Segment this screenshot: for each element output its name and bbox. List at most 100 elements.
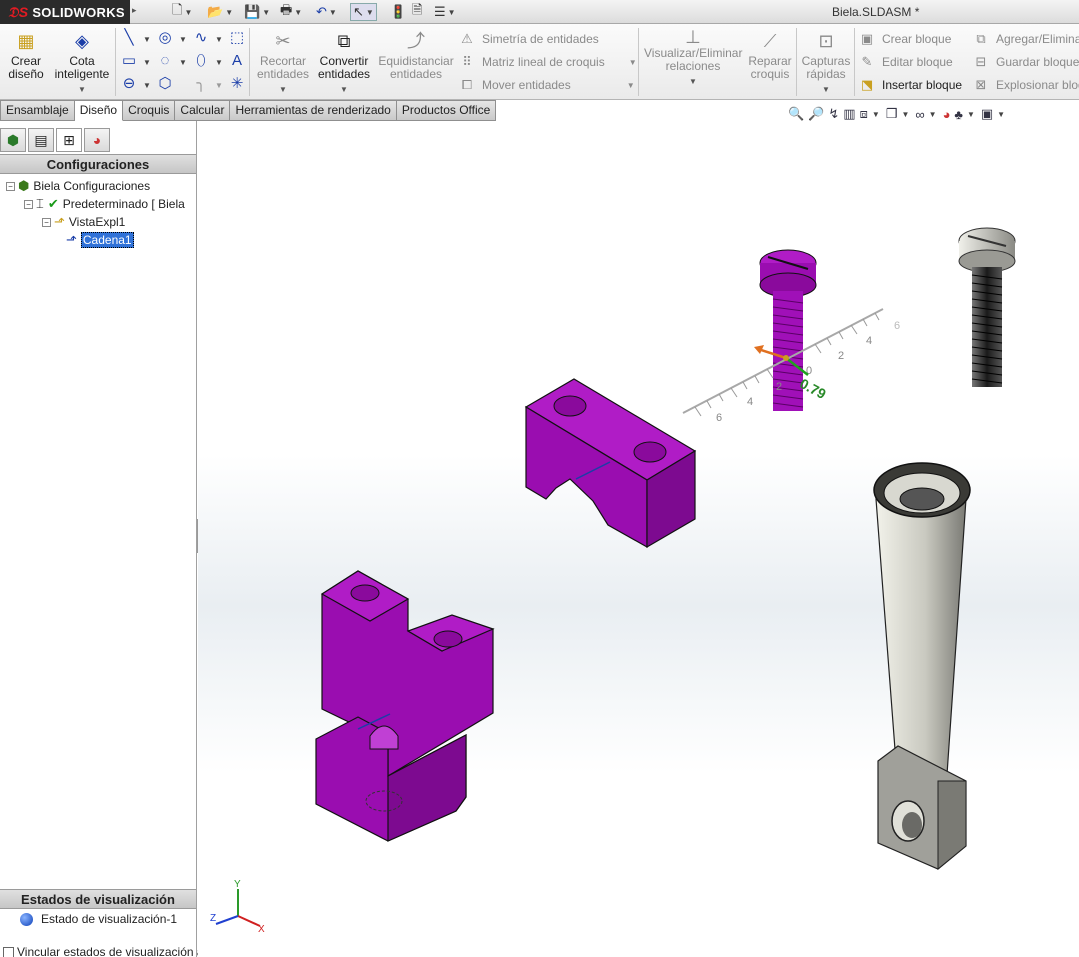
capturas-rapidas-button[interactable]: ⊡ Capturas rápidas ▼: [800, 30, 852, 96]
biela-body-part[interactable]: [315, 570, 495, 842]
chevron-down-icon[interactable]: ▼: [215, 81, 223, 90]
edit-appearance-icon[interactable]: ◕: [943, 107, 951, 122]
text-icon[interactable]: A: [228, 52, 246, 70]
section-view-icon[interactable]: ▥: [843, 106, 855, 122]
chevron-down-icon[interactable]: ▼: [262, 8, 270, 17]
tree-item-default-config[interactable]: − ⌶ ✔ Predeterminado [ Biela: [24, 195, 185, 213]
mover-entidades-button[interactable]: ⧠ Mover entidades ▼: [458, 76, 635, 94]
chevron-down-icon[interactable]: ▼: [901, 110, 909, 119]
tab-ensamblaje[interactable]: Ensamblaje: [0, 100, 75, 121]
guardar-bloque-button[interactable]: ⊟ Guardar bloque: [972, 53, 1079, 71]
tree-item-explode-step[interactable]: ⬏ Cadena1: [66, 231, 134, 249]
crear-bloque-button[interactable]: ▣ Crear bloque: [858, 30, 952, 48]
chevron-down-icon[interactable]: ▼: [215, 35, 223, 44]
line-icon[interactable]: ╲: [120, 29, 138, 47]
chevron-down-icon[interactable]: ▼: [629, 58, 637, 67]
print-button[interactable]: 🖶 ▼: [280, 2, 302, 21]
solidworks-logo[interactable]: 𝔇S SOLIDWORKS: [0, 0, 130, 24]
construction-rectangle-icon[interactable]: ⬚: [228, 29, 246, 47]
zoom-to-fit-icon[interactable]: 🔍: [788, 106, 804, 122]
display-manager-tab[interactable]: ◕: [84, 128, 110, 152]
chevron-down-icon[interactable]: ▼: [184, 8, 192, 17]
chevron-down-icon[interactable]: ▼: [225, 8, 233, 17]
ellipse-icon[interactable]: ⬯: [192, 52, 210, 70]
gray-lever-part[interactable]: [873, 462, 971, 871]
new-document-button[interactable]: 🗋 ▼: [172, 2, 192, 21]
chevron-down-icon[interactable]: ▼: [929, 110, 937, 119]
chevron-down-icon[interactable]: ▼: [800, 83, 852, 96]
chevron-down-icon[interactable]: ▼: [294, 8, 302, 17]
tree-item-exploded-view[interactable]: − ⬏ VistaExpl1: [42, 213, 125, 231]
chevron-down-icon[interactable]: ▼: [179, 58, 187, 67]
cota-inteligente-button[interactable]: ◈ Cota inteligente ▼: [52, 30, 112, 96]
chevron-down-icon[interactable]: ▼: [143, 35, 151, 44]
chevron-down-icon[interactable]: ▼: [215, 58, 223, 67]
apply-scene-icon[interactable]: ♣: [954, 107, 963, 122]
rectangle-icon[interactable]: ▭: [120, 52, 138, 70]
chevron-down-icon[interactable]: ▼: [329, 8, 337, 17]
convertir-entidades-button[interactable]: ⧉ Convertir entidades ▼: [316, 30, 372, 96]
zoom-to-area-icon[interactable]: 🔎: [808, 106, 824, 122]
chevron-down-icon[interactable]: ▼: [644, 75, 742, 88]
collapse-icon[interactable]: −: [24, 199, 33, 209]
slot-icon[interactable]: ⊖: [120, 75, 138, 93]
polygon-icon[interactable]: ⬡: [156, 75, 174, 93]
feature-manager-tab[interactable]: ⬢: [0, 128, 26, 152]
view-orientation-icon[interactable]: ⧈: [860, 106, 868, 122]
chevron-down-icon[interactable]: ▼: [179, 35, 187, 44]
file-properties-button[interactable]: 🗎: [412, 2, 422, 21]
agregar-eliminar-button[interactable]: ⧉ Agregar/Elimina: [972, 30, 1079, 48]
visualizar-eliminar-relaciones-button[interactable]: ⊥ Visualizar/Eliminar relaciones ▼: [644, 28, 742, 88]
insertar-bloque-button[interactable]: ⬔ Insertar bloque: [858, 76, 962, 94]
fillet-icon[interactable]: ╮: [192, 75, 210, 93]
hide-show-items-icon[interactable]: ∞: [915, 107, 924, 122]
undo-button[interactable]: ↶ ▼: [316, 3, 337, 21]
tab-croquis[interactable]: Croquis: [123, 100, 176, 121]
chevron-down-icon[interactable]: ▼: [143, 58, 151, 67]
tab-herramientas-renderizado[interactable]: Herramientas de renderizado: [230, 100, 397, 121]
chevron-down-icon[interactable]: ▼: [316, 83, 372, 96]
biela-cap-part[interactable]: [524, 378, 697, 549]
previous-view-icon[interactable]: ↯: [828, 106, 839, 122]
open-button[interactable]: 📂 ▼: [207, 3, 233, 21]
chevron-down-icon[interactable]: ▼: [997, 110, 1005, 119]
rebuild-button[interactable]: 🚦: [390, 3, 406, 21]
recortar-entidades-button[interactable]: ✂ Recortar entidades ▼: [254, 30, 312, 96]
chevron-down-icon[interactable]: ▼: [254, 83, 312, 96]
property-manager-tab[interactable]: ▤: [28, 128, 54, 152]
graphics-area[interactable]: 6 4 2 0 2 4 6 0.79 Y X Z: [198, 121, 1079, 957]
chevron-down-icon[interactable]: ▼: [872, 110, 880, 119]
spline-icon[interactable]: ∿: [192, 29, 210, 47]
reparar-croquis-button[interactable]: ⟋ Reparar croquis: [747, 30, 793, 81]
editar-bloque-button[interactable]: ✎ Editar bloque: [858, 53, 953, 71]
view-settings-icon[interactable]: ▣: [981, 106, 993, 122]
link-display-states-option[interactable]: Vincular estados de visualización a: [3, 945, 204, 957]
select-button[interactable]: ↖ ▼: [350, 3, 377, 21]
link-checkbox[interactable]: [3, 946, 14, 957]
display-state-item[interactable]: Estado de visualización-1: [20, 912, 177, 926]
steel-screw-part[interactable]: [958, 227, 1016, 387]
save-button[interactable]: 💾 ▼: [244, 3, 270, 21]
tab-productos-office[interactable]: Productos Office: [396, 100, 497, 121]
collapse-icon[interactable]: −: [6, 181, 15, 191]
point-icon[interactable]: ✳: [228, 75, 246, 93]
chevron-down-icon[interactable]: ▼: [143, 81, 151, 90]
matriz-lineal-button[interactable]: ⠿ Matriz lineal de croquis ▼: [458, 53, 637, 71]
menu-arrow-icon[interactable]: ▸: [132, 5, 137, 16]
tab-calcular[interactable]: Calcular: [175, 100, 231, 121]
chevron-down-icon[interactable]: ▼: [52, 83, 112, 96]
arc-icon[interactable]: ◌: [156, 52, 174, 70]
display-style-icon[interactable]: ❒: [886, 106, 898, 122]
chevron-down-icon[interactable]: ▼: [967, 110, 975, 119]
options-button[interactable]: ☰ ▼: [434, 3, 456, 21]
tab-diseno[interactable]: Diseño: [74, 100, 124, 121]
simetria-button[interactable]: ⚠ Simetría de entidades: [458, 30, 599, 48]
collapse-icon[interactable]: −: [42, 217, 51, 227]
chevron-down-icon[interactable]: ▼: [448, 8, 456, 17]
configuration-manager-tab[interactable]: ⊞: [56, 128, 82, 152]
tree-item-configurations[interactable]: − ⬢ Biela Configuraciones: [6, 177, 150, 195]
circle-icon[interactable]: ◎: [156, 29, 174, 47]
equidistanciar-entidades-button[interactable]: ⤴ Equidistanciar entidades: [376, 30, 456, 81]
crear-diseno-button[interactable]: ▦ Crear diseño: [6, 30, 46, 81]
chevron-down-icon[interactable]: ▼: [366, 8, 374, 17]
